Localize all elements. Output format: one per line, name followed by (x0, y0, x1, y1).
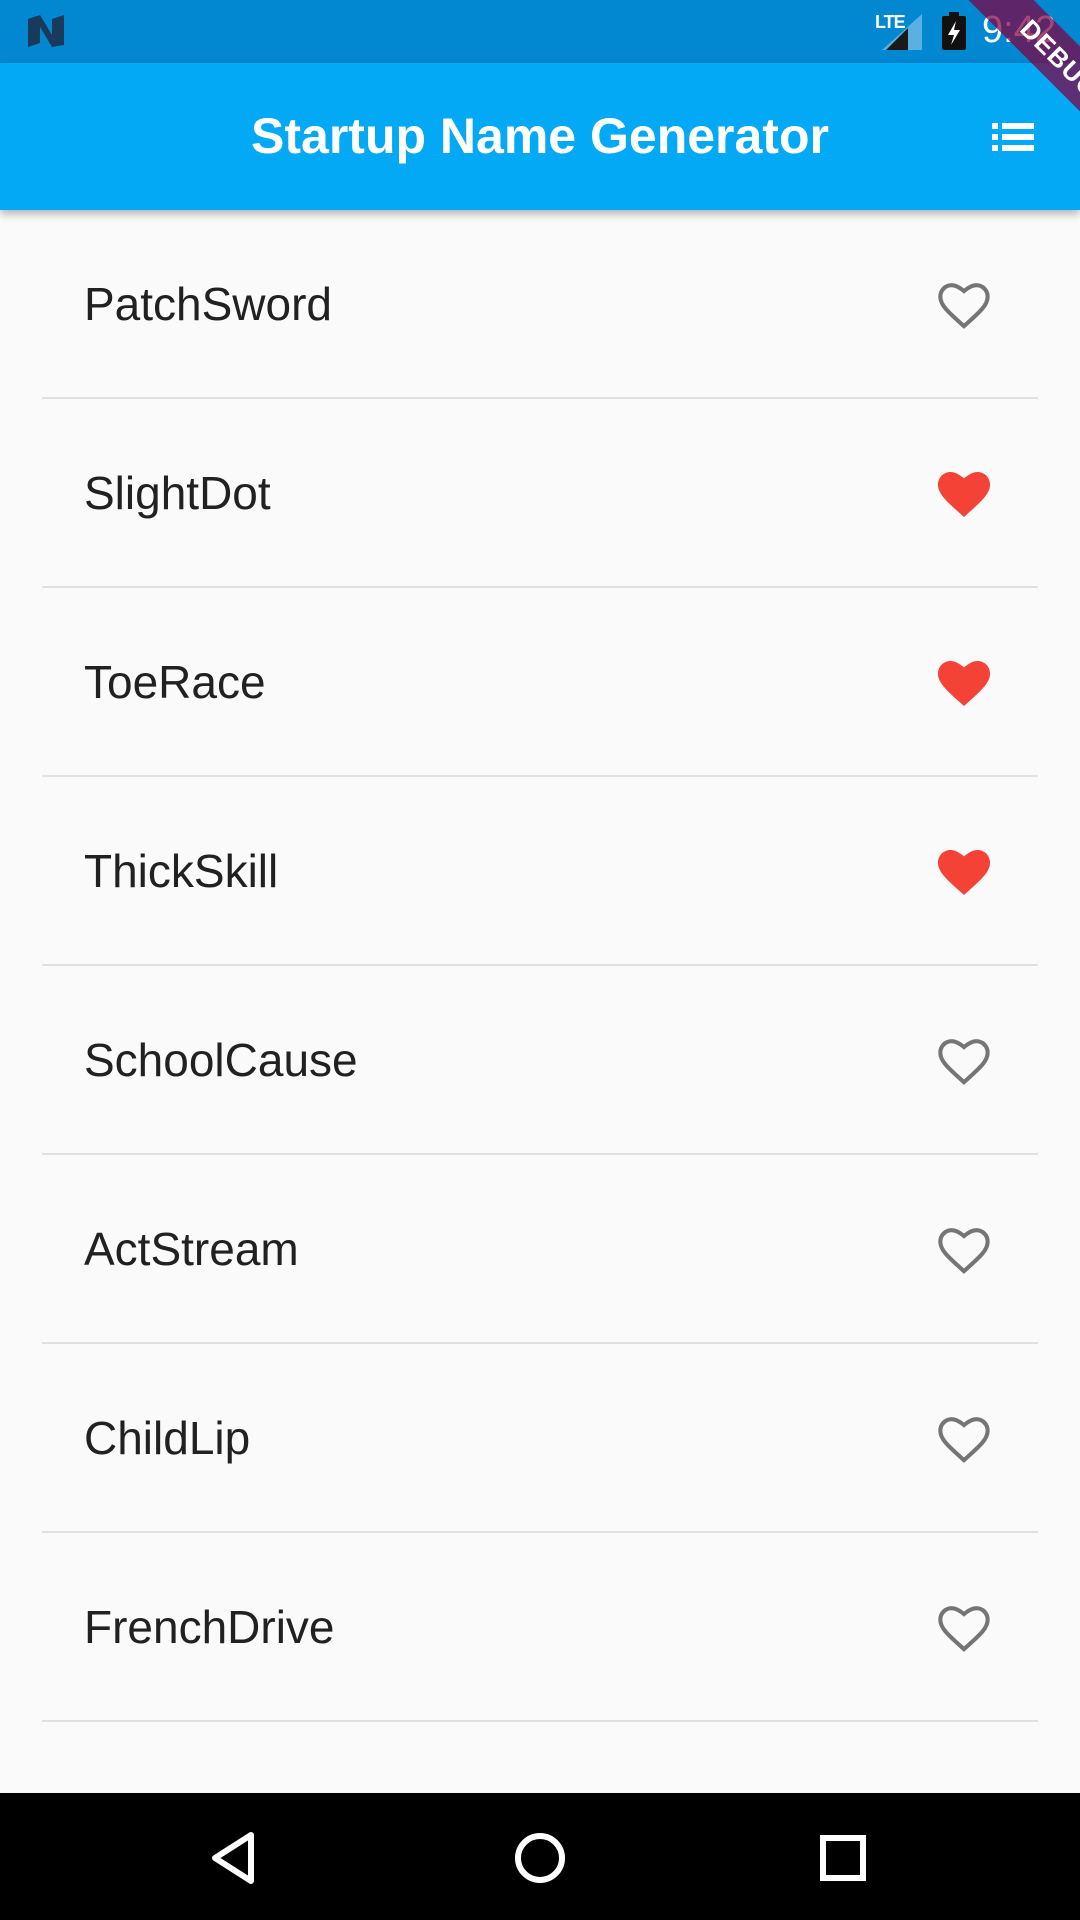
suggestion-name: SlightDot (84, 467, 271, 519)
favorite-outline-icon[interactable] (936, 280, 992, 332)
list-item[interactable]: ThickSkill (0, 777, 1080, 966)
home-icon[interactable] (505, 1823, 575, 1893)
favorite-outline-icon[interactable] (936, 1036, 992, 1088)
list-icon[interactable] (982, 111, 1048, 163)
list-item[interactable]: ActStream (0, 1155, 1080, 1344)
n-logo-icon (28, 15, 64, 47)
suggestion-name: ChildLip (84, 1412, 251, 1464)
list-item[interactable]: SlightDot (0, 399, 1080, 588)
list-item[interactable]: ChildLip (0, 1344, 1080, 1533)
suggestion-name: ThickSkill (84, 845, 279, 897)
app-bar: Startup Name Generator (0, 63, 1080, 210)
suggestion-name: ToeRace (84, 656, 266, 708)
favorite-outline-icon[interactable] (936, 1603, 992, 1655)
favorite-filled-icon[interactable] (936, 847, 992, 899)
navigation-bar (0, 1793, 1080, 1920)
list-item[interactable]: PatchSword (0, 210, 1080, 399)
app-screen: LTE 9:42 Startup Name Generator DEBUG Pa… (0, 0, 1080, 1920)
favorite-filled-icon[interactable] (936, 658, 992, 710)
suggestion-name: ActStream (84, 1223, 299, 1275)
suggestion-list[interactable]: PatchSword SlightDot ToeRace ThickSkill Scho… (0, 210, 1080, 1722)
back-icon[interactable] (201, 1823, 271, 1893)
suggestion-name: PatchSword (84, 278, 333, 330)
list-item[interactable]: FrenchDrive (0, 1533, 1080, 1722)
list-item[interactable]: SchoolCause (0, 966, 1080, 1155)
suggestion-name: SchoolCause (84, 1034, 358, 1086)
favorite-filled-icon[interactable] (936, 469, 992, 521)
battery-charging-icon (942, 12, 966, 50)
signal-icon (882, 14, 922, 50)
divider (42, 1720, 1038, 1722)
suggestion-name: FrenchDrive (84, 1601, 335, 1653)
status-bar: LTE 9:42 (0, 0, 1080, 63)
favorite-outline-icon[interactable] (936, 1414, 992, 1466)
app-title: Startup Name Generator (251, 108, 829, 164)
favorite-outline-icon[interactable] (936, 1225, 992, 1277)
list-item[interactable]: ToeRace (0, 588, 1080, 777)
recents-icon[interactable] (808, 1823, 878, 1893)
